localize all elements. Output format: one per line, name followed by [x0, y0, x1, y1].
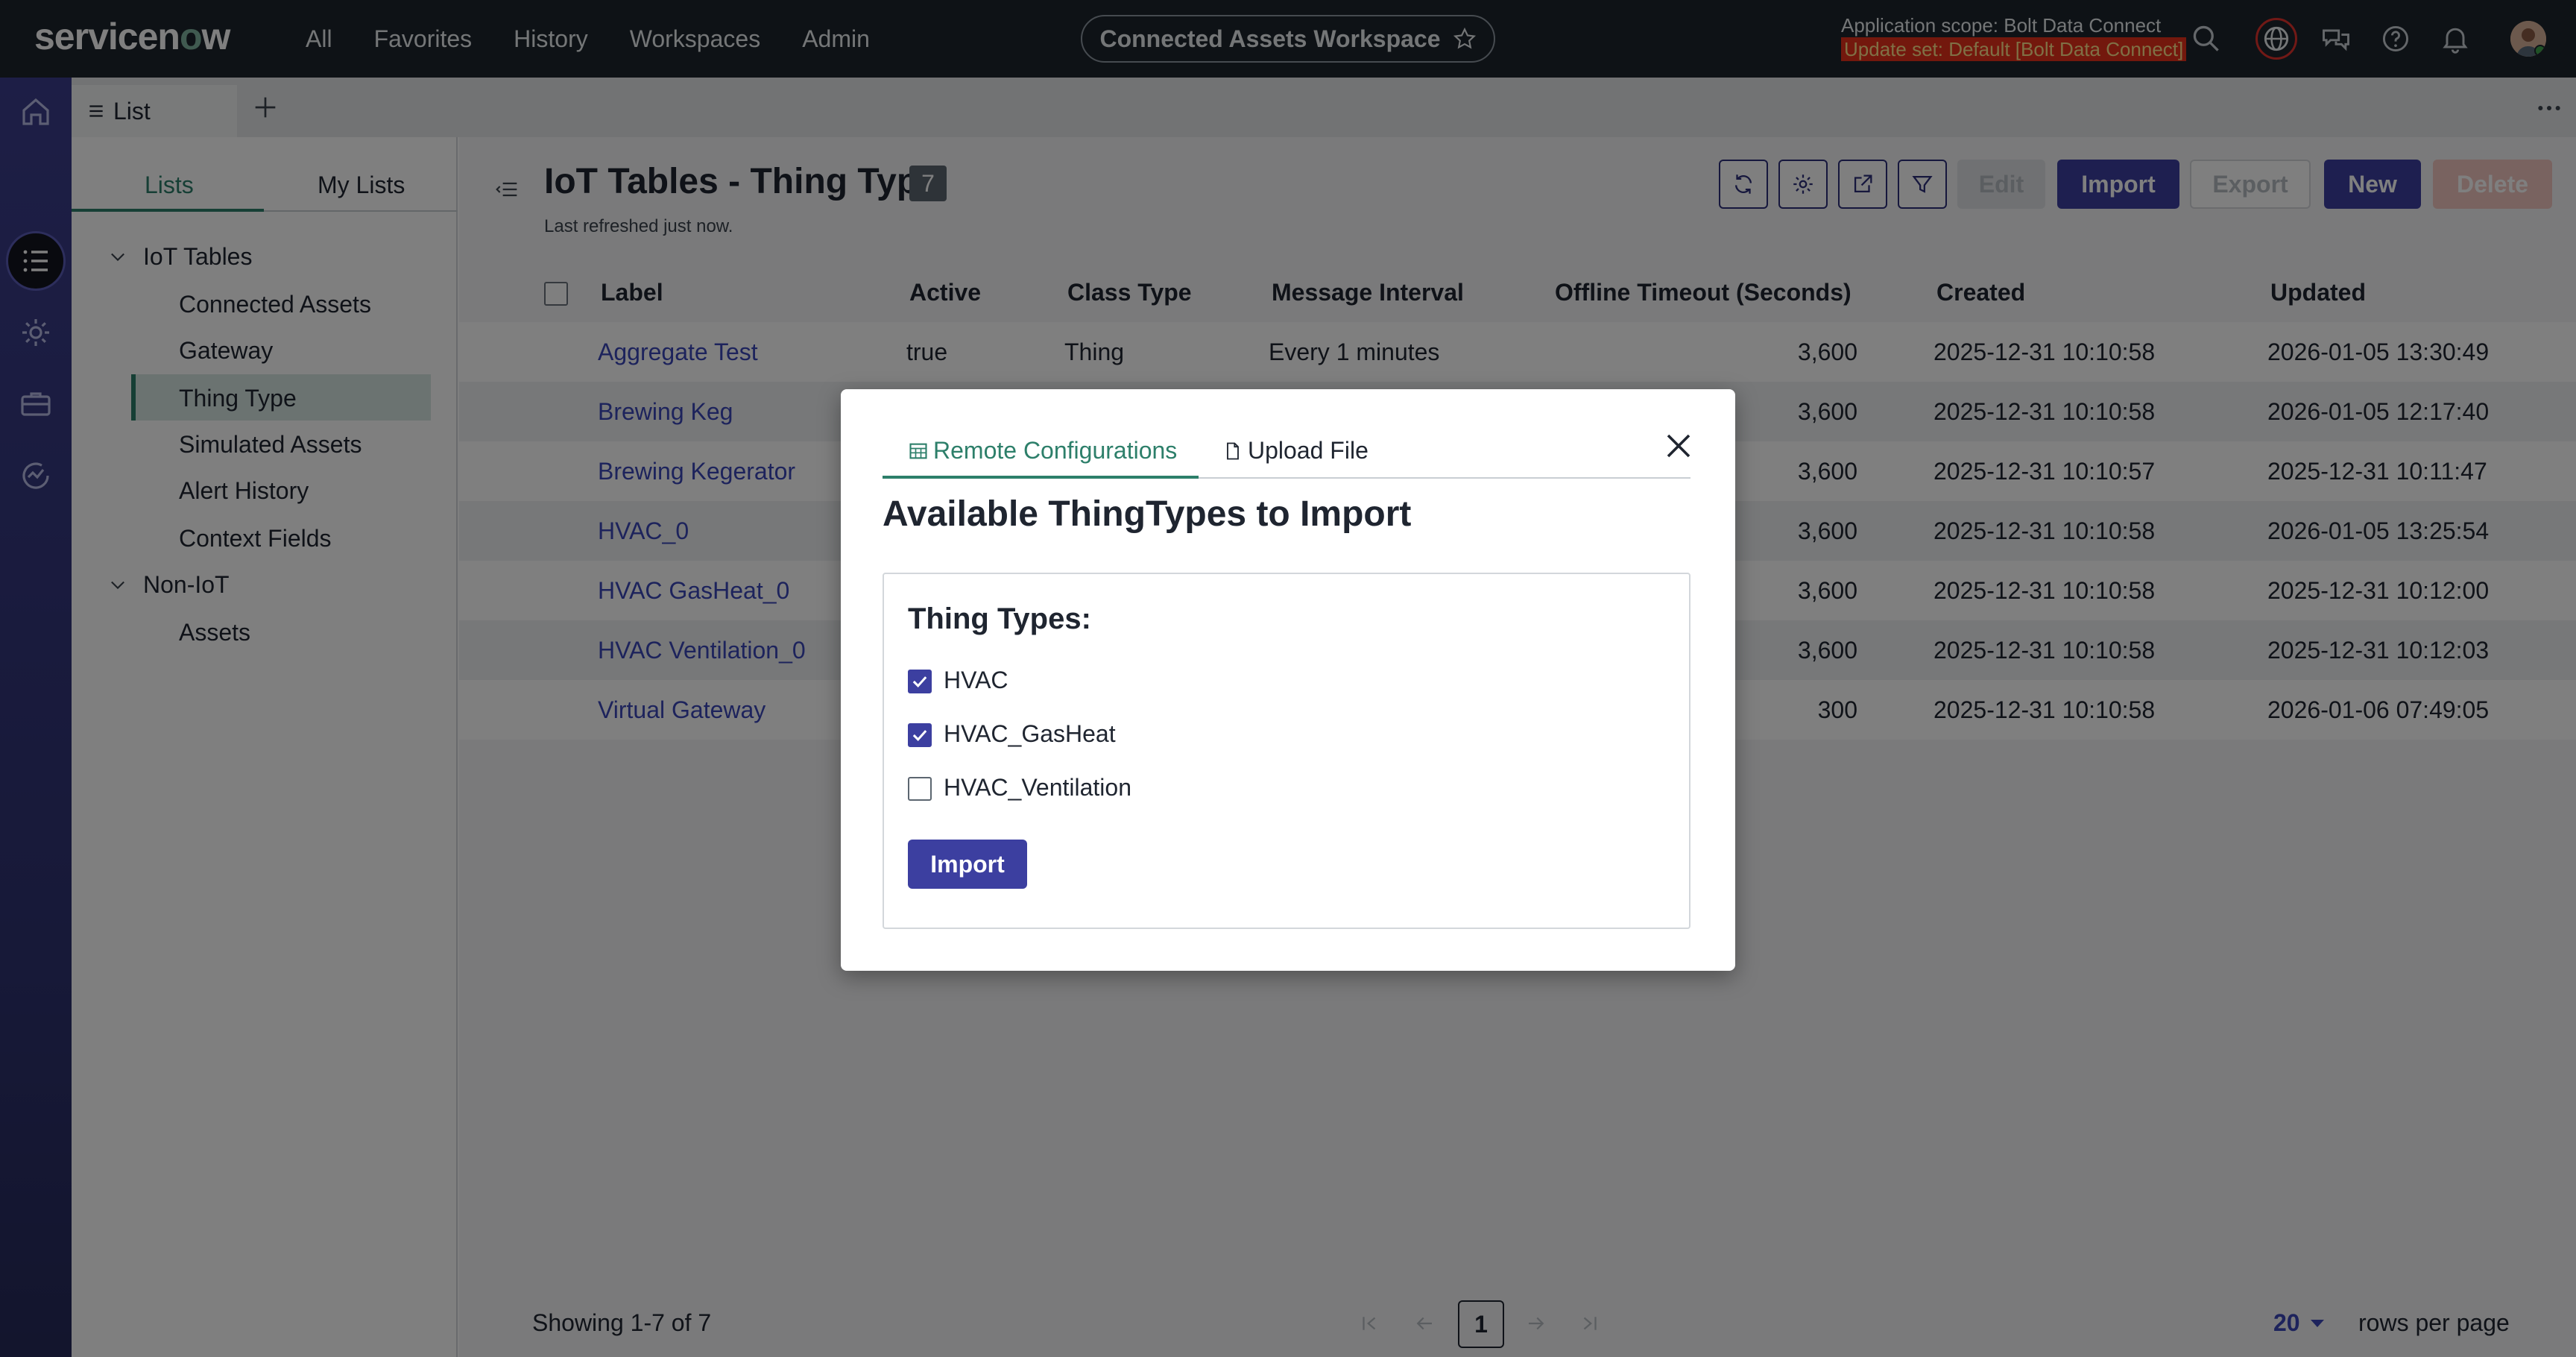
check-icon [912, 730, 927, 742]
check-icon [912, 676, 927, 688]
checkbox-hvac-label[interactable]: HVAC [944, 667, 1008, 694]
table-icon [909, 443, 927, 459]
tab-remote-configurations-label: Remote Configurations [933, 437, 1178, 464]
tab-upload-file[interactable]: Upload File [1222, 437, 1368, 465]
modal-import-button[interactable]: Import [908, 840, 1027, 889]
checkbox-hvac-ventilation-label[interactable]: HVAC_Ventilation [944, 774, 1131, 802]
close-icon[interactable] [1661, 428, 1696, 464]
thing-types-heading: Thing Types: [908, 602, 1091, 635]
checkbox-hvac-gasheat[interactable] [908, 723, 932, 747]
tab-upload-file-label: Upload File [1248, 437, 1368, 464]
file-icon [1227, 442, 1239, 459]
tab-remote-configurations[interactable]: Remote Configurations [908, 437, 1177, 465]
checkbox-hvac-gasheat-label[interactable]: HVAC_GasHeat [944, 720, 1116, 748]
modal-title: Available ThingTypes to Import [883, 494, 1412, 534]
import-modal: Remote Configurations Upload File Availa… [841, 389, 1735, 971]
thing-types-box: Thing Types: HVAC HVAC_GasHeat HVAC_Vent… [883, 573, 1690, 929]
checkbox-hvac[interactable] [908, 670, 932, 693]
modal-tab-active-underline [883, 476, 1199, 479]
checkbox-hvac-ventilation[interactable] [908, 777, 932, 801]
